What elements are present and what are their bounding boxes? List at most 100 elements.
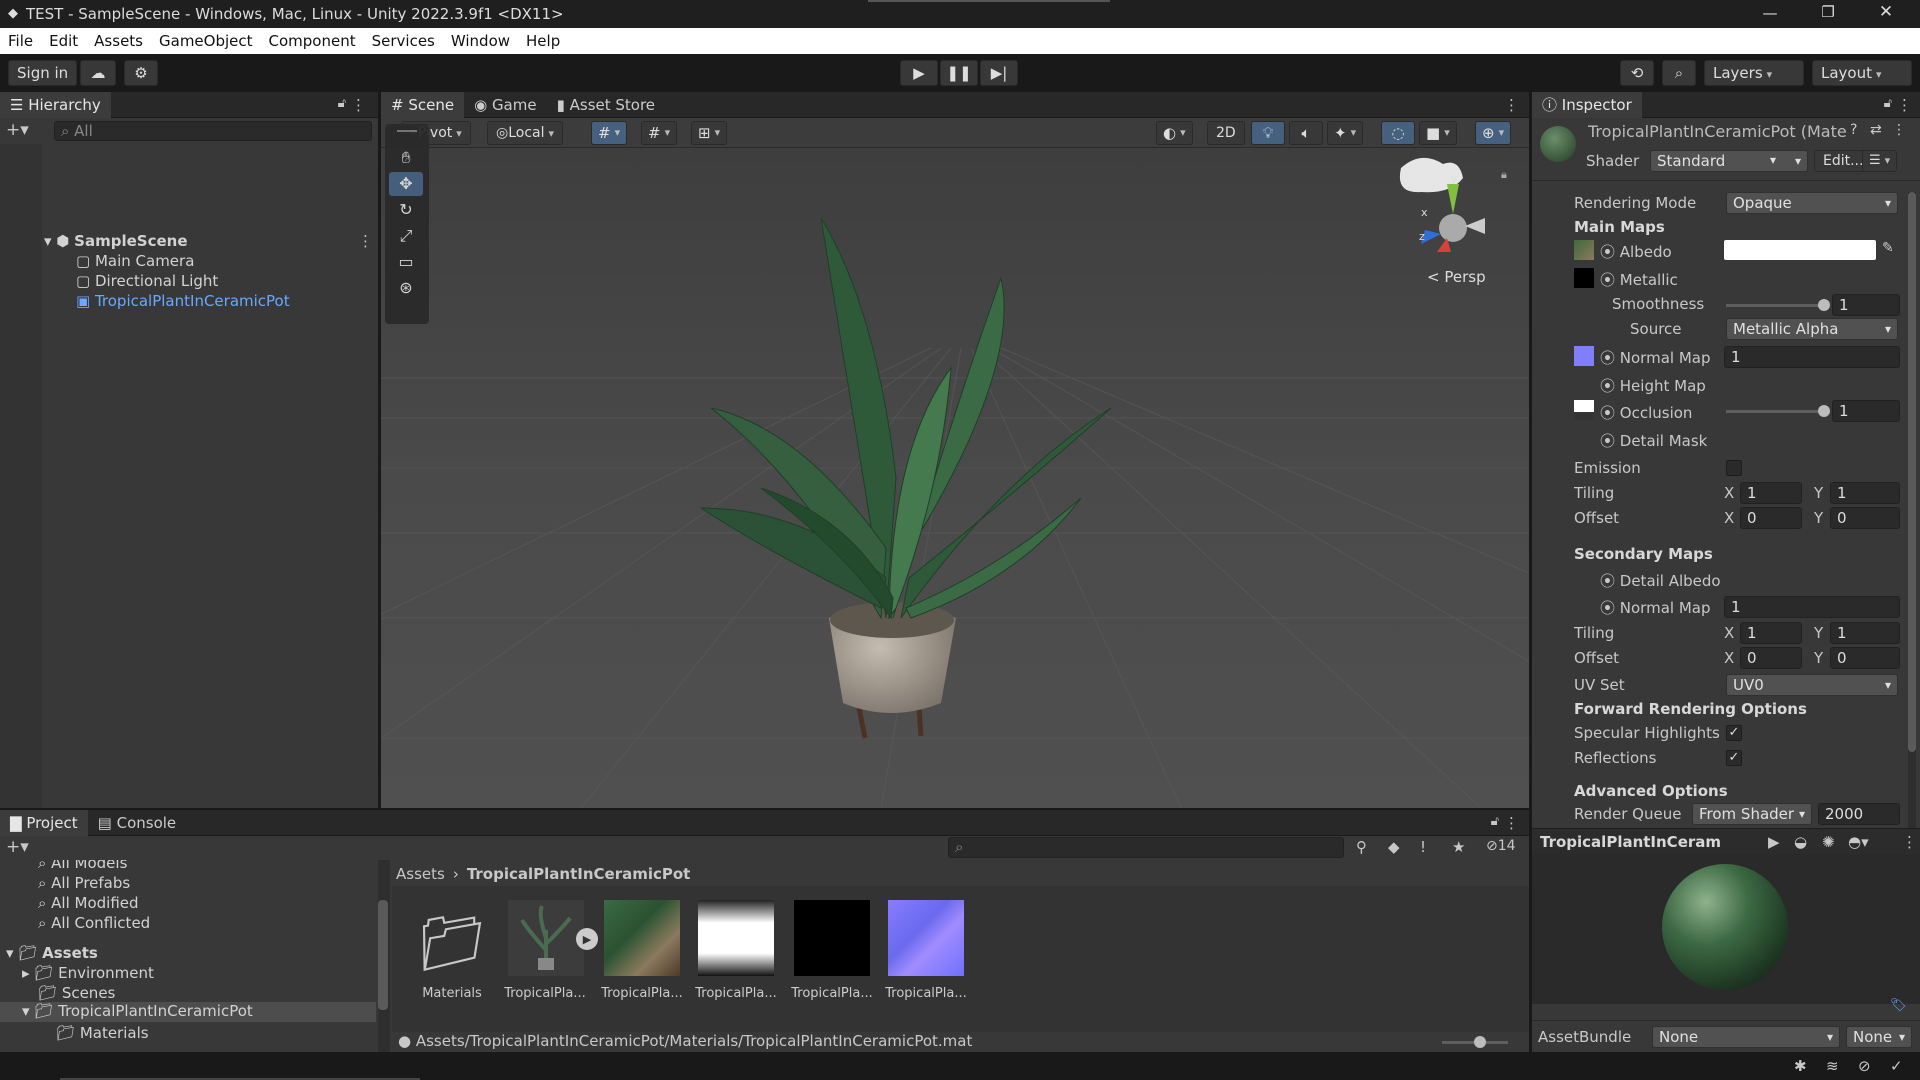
preview-light-icon[interactable]: ✺ bbox=[1822, 833, 1835, 851]
sec-tiling-y-input[interactable]: 1 bbox=[1830, 622, 1900, 644]
hierarchy-item-directional-light[interactable]: ▢ Directional Light bbox=[76, 272, 218, 292]
effects-icon[interactable]: ✦ bbox=[1327, 121, 1364, 145]
favorite-all-models[interactable]: ⌕ All Models bbox=[38, 860, 127, 874]
hierarchy-item-main-camera[interactable]: ▢ Main Camera bbox=[76, 252, 194, 272]
occlusion-input[interactable]: 1 bbox=[1832, 400, 1900, 422]
visibility-icon[interactable]: ◌ bbox=[1381, 121, 1415, 145]
tab-console[interactable]: ▤ Console bbox=[88, 810, 187, 836]
reflections-checkbox[interactable]: ✓ bbox=[1726, 750, 1742, 766]
preset-icon[interactable]: ⇄ bbox=[1870, 122, 1882, 138]
occlusion-label[interactable]: ⦿ Occlusion bbox=[1600, 402, 1692, 423]
metallic-label[interactable]: ⦿ Metallic bbox=[1600, 269, 1678, 290]
project-search-input[interactable]: ⌕ bbox=[948, 837, 1344, 858]
favorite-all-prefabs[interactable]: ⌕ All Prefabs bbox=[38, 874, 130, 894]
hierarchy-item-plant[interactable]: ▣ TropicalPlantInCeramicPot bbox=[76, 292, 290, 312]
metallic-texture-slot[interactable] bbox=[1574, 268, 1594, 288]
rect-tool-icon[interactable]: ▭ bbox=[389, 250, 423, 274]
smoothness-slider-knob[interactable] bbox=[1818, 299, 1830, 311]
project-lock-icon[interactable]: 🔓︎ bbox=[1491, 814, 1499, 829]
tree-environment[interactable]: ▸ 📁︎ Environment bbox=[22, 964, 154, 984]
preview-sphere-icon[interactable]: ◒ bbox=[1794, 833, 1807, 851]
material-preview-area[interactable] bbox=[1532, 854, 1920, 1004]
tree-materials[interactable]: 📁︎ Materials bbox=[56, 1024, 149, 1044]
menu-services[interactable]: Services bbox=[364, 28, 443, 54]
occlusion-slider-track[interactable] bbox=[1726, 410, 1824, 413]
tree-scrollbar[interactable] bbox=[378, 860, 390, 1052]
project-add-icon[interactable]: +▾ bbox=[6, 837, 29, 857]
sec-offset-y-input[interactable]: 0 bbox=[1830, 647, 1900, 669]
inspector-scrollbar[interactable] bbox=[1908, 192, 1916, 832]
scene-viewport[interactable] bbox=[381, 148, 1529, 808]
thumbnail-size-knob[interactable] bbox=[1474, 1036, 1486, 1048]
asset-normal-texture[interactable] bbox=[888, 900, 964, 976]
rotate-tool-icon[interactable]: ↻ bbox=[389, 198, 423, 222]
project-kebab-icon[interactable]: ⋮ bbox=[1504, 814, 1519, 832]
main-tiling-y-input[interactable]: 1 bbox=[1830, 482, 1900, 504]
assetbundle-dropdown[interactable]: None bbox=[1652, 1026, 1840, 1048]
cloud-icon[interactable]: ☁ bbox=[80, 60, 116, 86]
audio-icon[interactable]: 🔈︎ bbox=[1289, 121, 1323, 145]
source-dropdown[interactable]: Metallic Alpha bbox=[1726, 318, 1898, 340]
normal-map-texture-slot[interactable] bbox=[1574, 346, 1594, 366]
play-icon[interactable]: ▶ bbox=[900, 60, 938, 86]
camera-icon[interactable]: ■ bbox=[1419, 121, 1457, 145]
help-icon[interactable]: ? bbox=[1850, 122, 1857, 138]
asset-metallic-texture[interactable] bbox=[794, 900, 870, 976]
expand-prefab-icon[interactable]: ▶ bbox=[576, 928, 598, 950]
render-queue-dropdown[interactable]: From Shader bbox=[1692, 803, 1812, 825]
network-icon[interactable]: ⊘ bbox=[1858, 1057, 1871, 1075]
lock-icon[interactable]: 🔓︎ bbox=[338, 96, 346, 111]
collab-icon[interactable]: ⚙ bbox=[124, 60, 158, 86]
gizmos-icon[interactable]: ⊕ bbox=[1475, 121, 1512, 145]
sign-in-button[interactable]: Sign in bbox=[8, 60, 78, 86]
stack-icon[interactable]: ≋ bbox=[1826, 1057, 1839, 1075]
height-map-label[interactable]: ⦿ Height Map bbox=[1600, 375, 1706, 396]
kebab-menu-icon[interactable]: ⋮ bbox=[351, 96, 366, 114]
add-icon[interactable]: +▾ bbox=[6, 120, 29, 140]
menu-gameobject[interactable]: GameObject bbox=[151, 28, 261, 54]
sec-normal-map-label[interactable]: ⦿ Normal Map bbox=[1600, 597, 1710, 618]
occlusion-texture-slot[interactable] bbox=[1574, 400, 1594, 420]
tree-assets[interactable]: ▾ 📁︎ Assets bbox=[6, 944, 98, 964]
orientation-gizmo[interactable]: y x z bbox=[1381, 148, 1511, 258]
favorites-star-icon[interactable]: ★ bbox=[1452, 838, 1465, 856]
sec-offset-x-input[interactable]: 0 bbox=[1740, 647, 1802, 669]
filter-label-icon[interactable]: ◆ bbox=[1388, 838, 1400, 856]
increment-snap-icon[interactable]: ⊞ bbox=[691, 121, 728, 145]
detail-mask-label[interactable]: ⦿ Detail Mask bbox=[1600, 430, 1707, 451]
emission-checkbox[interactable] bbox=[1726, 460, 1742, 476]
eyedropper-icon[interactable]: ✎ bbox=[1882, 240, 1894, 256]
tab-asset-store[interactable]: ▮ Asset Store bbox=[547, 92, 665, 118]
inspector-kebab-icon[interactable]: ⋮ bbox=[1897, 96, 1912, 114]
normal-map-scale-input[interactable]: 1 bbox=[1724, 346, 1900, 368]
smoothness-slider-track[interactable] bbox=[1726, 304, 1824, 307]
filter-type-icon[interactable]: ⚲ bbox=[1356, 838, 1367, 856]
grid-icon[interactable]: # bbox=[641, 121, 678, 145]
asset-materials-folder[interactable]: 📁︎ bbox=[414, 906, 490, 982]
asset-albedo-texture[interactable] bbox=[604, 900, 680, 976]
render-queue-input[interactable]: 2000 bbox=[1818, 803, 1900, 825]
inspector-lock-icon[interactable]: 🔓︎ bbox=[1884, 96, 1892, 111]
layout-dropdown[interactable]: Layout bbox=[1812, 60, 1912, 86]
menu-assets[interactable]: Assets bbox=[86, 28, 151, 54]
tab-scene[interactable]: # Scene bbox=[381, 91, 465, 118]
favorite-all-conflicted[interactable]: ⌕ All Conflicted bbox=[38, 914, 150, 934]
asset-occlusion-texture[interactable] bbox=[698, 900, 774, 976]
shader-options-icon[interactable]: ☰ bbox=[1862, 150, 1898, 172]
scene-kebab-icon[interactable]: ⋮ bbox=[1504, 96, 1519, 114]
albedo-label[interactable]: ⦿ Albedo bbox=[1600, 241, 1672, 262]
uv-set-dropdown[interactable]: UV0 bbox=[1726, 674, 1898, 696]
hidden-count-badge[interactable]: ⊘14 bbox=[1486, 838, 1516, 854]
hand-tool-icon[interactable]: ✋︎ bbox=[389, 146, 423, 170]
occlusion-slider-knob[interactable] bbox=[1818, 405, 1830, 417]
grid-snap-icon[interactable]: # bbox=[591, 121, 628, 145]
preview-kebab-icon[interactable]: ⋮ bbox=[1902, 833, 1917, 851]
material-kebab-icon[interactable]: ⋮ bbox=[1892, 122, 1906, 138]
favorite-all-modified[interactable]: ⌕ All Modified bbox=[38, 894, 139, 914]
menu-edit[interactable]: Edit bbox=[41, 28, 86, 54]
step-icon[interactable]: ▶| bbox=[980, 60, 1018, 86]
albedo-texture-slot[interactable] bbox=[1574, 240, 1594, 260]
hierarchy-search-input[interactable]: ⌕ All bbox=[54, 121, 372, 141]
sec-normal-map-input[interactable]: 1 bbox=[1724, 596, 1900, 618]
gizmo-lock-icon[interactable]: 🔒︎ bbox=[1501, 168, 1507, 182]
